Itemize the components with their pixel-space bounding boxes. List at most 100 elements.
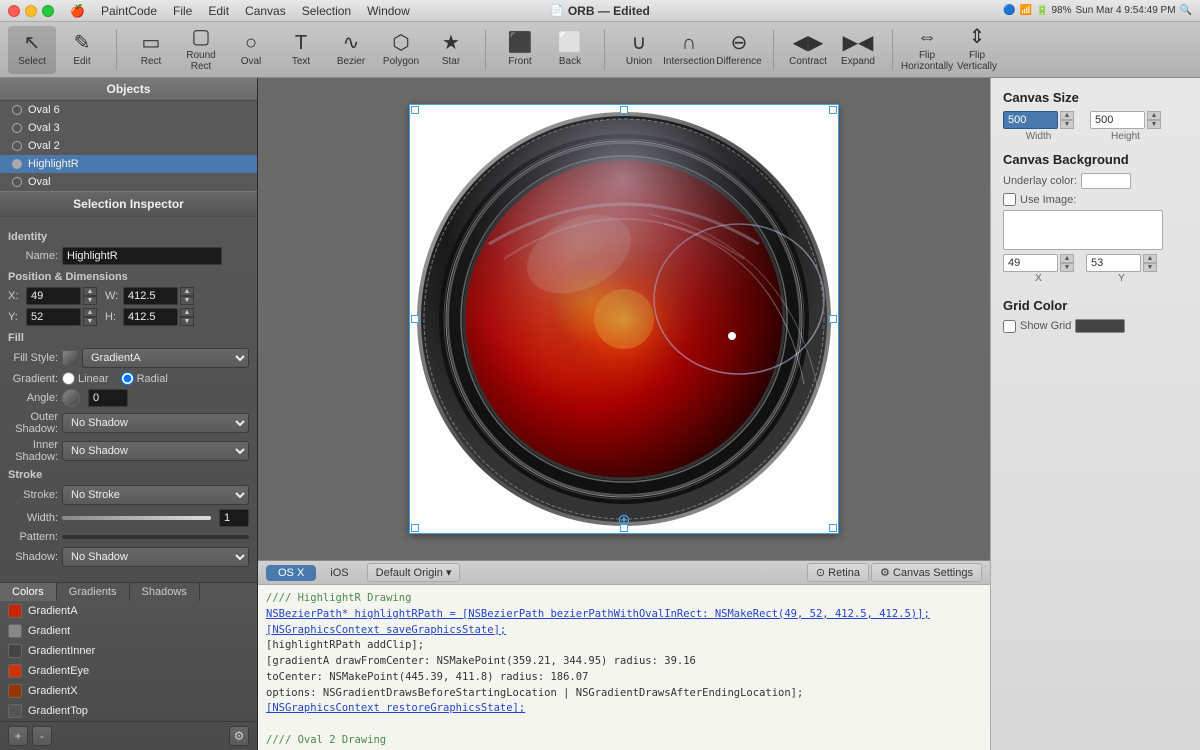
remove-button[interactable]: - bbox=[32, 726, 52, 746]
origin-selector[interactable]: Default Origin ▾ bbox=[367, 563, 461, 582]
handle-br[interactable] bbox=[829, 524, 837, 532]
tab-colors[interactable]: Colors bbox=[0, 583, 57, 601]
y-stepper-down[interactable]: ▼ bbox=[83, 317, 97, 326]
linear-radio[interactable]: Linear bbox=[62, 372, 109, 385]
fill-swatch[interactable] bbox=[62, 350, 78, 366]
round-rect-tool[interactable]: ▢ Round Rect bbox=[177, 26, 225, 74]
height-stepper-down[interactable]: ▼ bbox=[180, 317, 194, 326]
width-stepper-down[interactable]: ▼ bbox=[180, 296, 194, 305]
underlay-color-swatch[interactable] bbox=[1081, 173, 1131, 189]
canvas-width-down[interactable]: ▼ bbox=[1060, 120, 1074, 129]
menu-window[interactable]: Window bbox=[367, 4, 410, 18]
code-content[interactable]: //// HighlightR Drawing NSBezierPath* hi… bbox=[258, 585, 990, 750]
y-input[interactable] bbox=[26, 308, 81, 326]
handle-tc[interactable] bbox=[620, 106, 628, 114]
menu-selection[interactable]: Selection bbox=[302, 4, 351, 18]
star-tool[interactable]: ★ Star bbox=[427, 26, 475, 74]
bg-y-input[interactable] bbox=[1086, 254, 1141, 272]
object-item-highlightr[interactable]: HighlightR bbox=[0, 155, 257, 173]
minimize-button[interactable] bbox=[25, 5, 37, 17]
handle-ml[interactable] bbox=[411, 315, 419, 323]
canvas-height-input[interactable] bbox=[1090, 111, 1145, 129]
select-tool[interactable]: ↖ Select bbox=[8, 26, 56, 74]
stroke-select[interactable]: No Stroke bbox=[62, 485, 249, 505]
angle-input[interactable] bbox=[88, 389, 128, 407]
text-tool[interactable]: T Text bbox=[277, 26, 325, 74]
bg-y-up[interactable]: ▲ bbox=[1143, 254, 1157, 263]
width-stepper-up[interactable]: ▲ bbox=[180, 287, 194, 296]
color-item-gradienteye[interactable]: GradientEye bbox=[0, 661, 257, 681]
maximize-button[interactable] bbox=[42, 5, 54, 17]
color-item-gradientinner[interactable]: GradientInner bbox=[0, 641, 257, 661]
code-tab-osx[interactable]: OS X bbox=[266, 565, 316, 581]
width-input[interactable] bbox=[123, 287, 178, 305]
bg-x-input[interactable] bbox=[1003, 254, 1058, 272]
show-grid-checkbox[interactable] bbox=[1003, 320, 1016, 333]
bezier-tool[interactable]: ∿ Bezier bbox=[327, 26, 375, 74]
menu-edit[interactable]: Edit bbox=[208, 4, 229, 18]
height-stepper-up[interactable]: ▲ bbox=[180, 308, 194, 317]
canvas-settings-button[interactable]: ⚙ Canvas Settings bbox=[871, 563, 982, 582]
canvas-wrapper[interactable]: ⊕ bbox=[258, 78, 990, 560]
menu-apple[interactable]: 🍎 bbox=[70, 4, 85, 18]
add-button[interactable]: + bbox=[8, 726, 28, 746]
fill-style-select[interactable]: GradientA bbox=[82, 348, 249, 368]
bg-x-down[interactable]: ▼ bbox=[1060, 263, 1074, 272]
color-item-gradientx[interactable]: GradientX bbox=[0, 681, 257, 701]
intersection-tool[interactable]: ∩ Intersection bbox=[665, 26, 713, 74]
difference-tool[interactable]: ⊖ Difference bbox=[715, 26, 763, 74]
x-stepper-down[interactable]: ▼ bbox=[83, 296, 97, 305]
menu-canvas[interactable]: Canvas bbox=[245, 4, 286, 18]
expand-tool[interactable]: ▶◀ Expand bbox=[834, 26, 882, 74]
color-item-gradienta[interactable]: GradientA bbox=[0, 601, 257, 621]
oval-tool[interactable]: ○ Oval bbox=[227, 26, 275, 74]
object-item-oval2[interactable]: Oval 2 bbox=[0, 137, 257, 155]
code-tab-ios[interactable]: iOS bbox=[318, 565, 360, 581]
canvas-width-up[interactable]: ▲ bbox=[1060, 111, 1074, 120]
height-input[interactable] bbox=[123, 308, 178, 326]
flip-h-tool[interactable]: ⇔ Flip Horizontally bbox=[903, 26, 951, 74]
stroke-slider[interactable] bbox=[62, 516, 211, 520]
color-item-gradient[interactable]: Gradient bbox=[0, 621, 257, 641]
menu-file[interactable]: File bbox=[173, 4, 192, 18]
polygon-tool[interactable]: ⬡ Polygon bbox=[377, 26, 425, 74]
canvas-height-down[interactable]: ▼ bbox=[1147, 120, 1161, 129]
menu-paintcode[interactable]: PaintCode bbox=[101, 4, 157, 18]
handle-tr[interactable] bbox=[829, 106, 837, 114]
gear-button[interactable]: ⚙ bbox=[229, 726, 249, 746]
x-stepper-up[interactable]: ▲ bbox=[83, 287, 97, 296]
bg-y-down[interactable]: ▼ bbox=[1143, 263, 1157, 272]
inner-shadow-select[interactable]: No Shadow bbox=[62, 441, 249, 461]
contract-tool[interactable]: ◀▶ Contract bbox=[784, 26, 832, 74]
outer-shadow-select[interactable]: No Shadow bbox=[62, 413, 249, 433]
use-image-checkbox[interactable] bbox=[1003, 193, 1016, 206]
handle-tl[interactable] bbox=[411, 106, 419, 114]
flip-v-tool[interactable]: ⇕ Flip Vertically bbox=[953, 26, 1001, 74]
rect-tool[interactable]: ▭ Rect bbox=[127, 26, 175, 74]
grid-color-swatch[interactable] bbox=[1075, 319, 1125, 333]
edit-tool[interactable]: ✎ Edit bbox=[58, 26, 106, 74]
canvas-height-up[interactable]: ▲ bbox=[1147, 111, 1161, 120]
handle-mr[interactable] bbox=[829, 315, 837, 323]
shadow-select[interactable]: No Shadow bbox=[62, 547, 249, 567]
y-stepper-up[interactable]: ▲ bbox=[83, 308, 97, 317]
object-item-oval6[interactable]: Oval 6 bbox=[0, 101, 257, 119]
object-item-oval[interactable]: Oval bbox=[0, 173, 257, 191]
x-input[interactable] bbox=[26, 287, 81, 305]
handle-bl[interactable] bbox=[411, 524, 419, 532]
bg-x-up[interactable]: ▲ bbox=[1060, 254, 1074, 263]
color-item-gradienttop[interactable]: GradientTop bbox=[0, 701, 257, 721]
object-item-oval3[interactable]: Oval 3 bbox=[0, 119, 257, 137]
canvas-width-input[interactable] bbox=[1003, 111, 1058, 129]
stroke-width-input[interactable] bbox=[219, 509, 249, 527]
close-button[interactable] bbox=[8, 5, 20, 17]
tab-shadows[interactable]: Shadows bbox=[130, 583, 200, 601]
radial-radio[interactable]: Radial bbox=[121, 372, 168, 385]
tab-gradients[interactable]: Gradients bbox=[57, 583, 130, 601]
union-tool[interactable]: ∪ Union bbox=[615, 26, 663, 74]
name-input[interactable] bbox=[62, 247, 222, 265]
angle-dial[interactable] bbox=[62, 389, 80, 407]
retina-button[interactable]: ⊙ Retina bbox=[807, 563, 869, 582]
front-tool[interactable]: ⬛ Front bbox=[496, 26, 544, 74]
back-tool[interactable]: ⬜ Back bbox=[546, 26, 594, 74]
